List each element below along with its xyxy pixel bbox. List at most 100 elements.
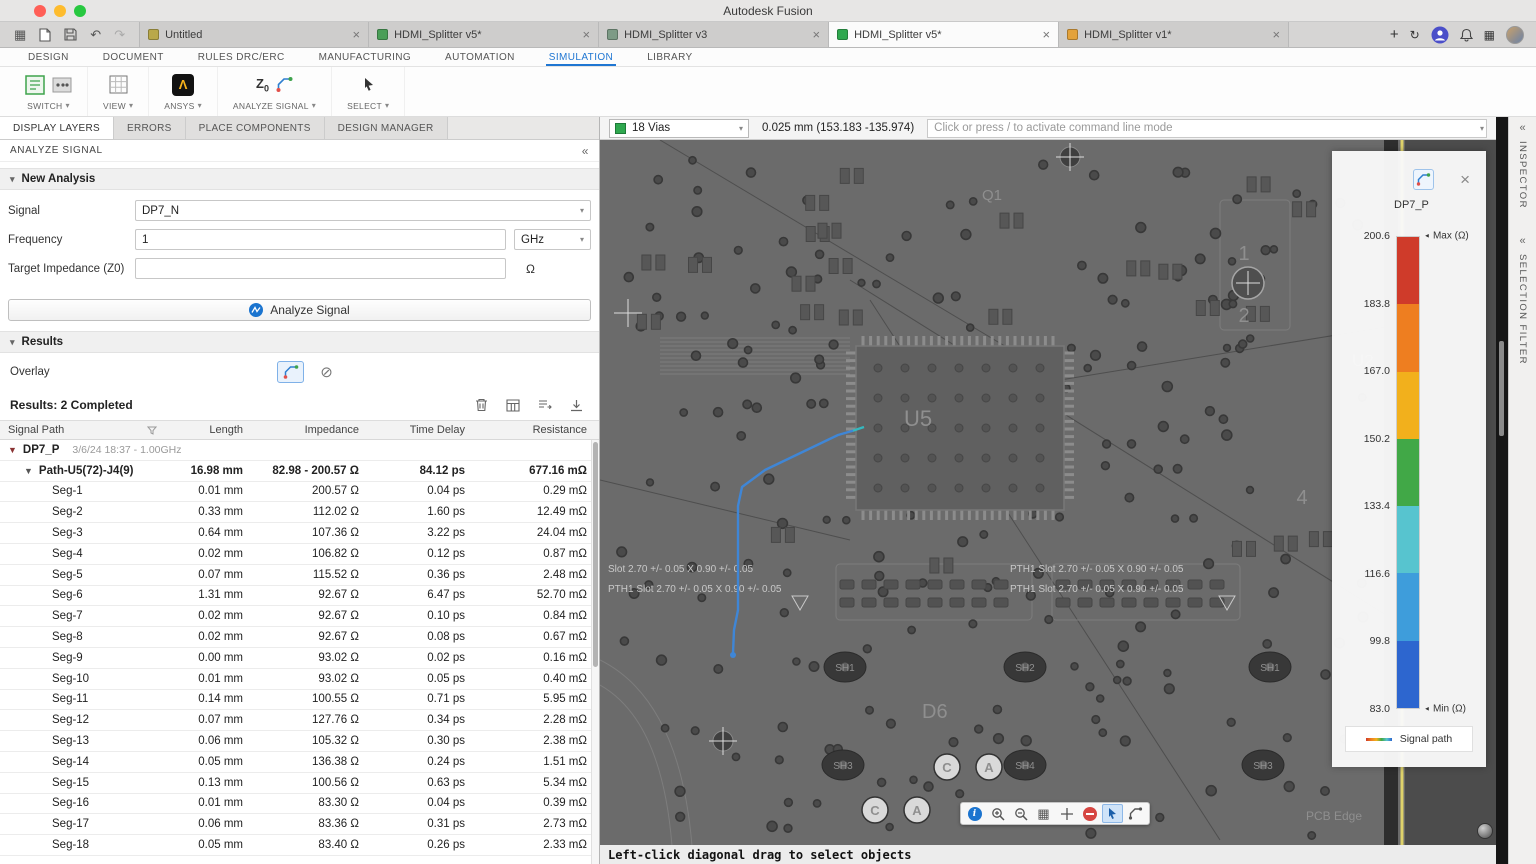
table-row[interactable]: Seg-11 0.14 mm 100.55 Ω 0.71 ps 5.95 mΩ [0, 690, 599, 711]
document-tab[interactable]: HDMI_Splitter v3 × [599, 22, 829, 47]
table-path-row[interactable]: ▼ Path-U5(72)-J4(9) 16.98 mm 82.98 - 200… [0, 461, 599, 482]
scrollbar-thumb[interactable] [593, 442, 598, 667]
panel-tab[interactable]: DISPLAY LAYERS [0, 117, 114, 139]
tab-close-icon[interactable]: × [813, 28, 821, 41]
column-time-delay[interactable]: Time Delay [371, 424, 477, 436]
column-impedance[interactable]: Impedance [255, 424, 371, 436]
pcb-canvas-area[interactable]: U5 U2 D6 Q1 1 2 4 [600, 140, 1496, 845]
probe-mode-button[interactable] [1125, 804, 1146, 823]
document-tab[interactable]: Untitled × [139, 22, 369, 47]
table-row[interactable]: Seg-18 0.05 mm 83.40 Ω 0.26 ps 2.33 mΩ [0, 835, 599, 856]
new-analysis-section-header[interactable]: ▾ New Analysis [0, 168, 599, 190]
document-tab[interactable]: HDMI_Splitter v5* × [829, 22, 1059, 47]
menu-item[interactable]: RULES DRC/ERC [198, 48, 285, 66]
menu-item[interactable]: DOCUMENT [103, 48, 164, 66]
navigation-ball-icon[interactable] [1477, 823, 1493, 839]
info-button[interactable]: i [964, 804, 985, 823]
tab-close-icon[interactable]: × [1043, 28, 1051, 41]
table-row[interactable]: Seg-2 0.33 mm 112.02 Ω 1.60 ps 12.49 mΩ [0, 502, 599, 523]
history-icon[interactable]: ↻ [1410, 28, 1420, 42]
minimize-window-button[interactable] [54, 5, 66, 17]
table-row[interactable]: Seg-12 0.07 mm 127.76 Ω 0.34 ps 2.28 mΩ [0, 710, 599, 731]
zoom-in-button[interactable] [987, 804, 1008, 823]
undo-icon[interactable]: ↶ [90, 28, 101, 41]
ansys-tool-group[interactable]: Λ ANSYS▾ [149, 67, 218, 116]
table-row[interactable]: Seg-15 0.13 mm 100.56 Ω 0.63 ps 5.34 mΩ [0, 773, 599, 794]
expand-selection-filter-icon[interactable]: « [1519, 233, 1525, 249]
menu-item[interactable]: MANUFACTURING [319, 48, 411, 66]
column-resistance[interactable]: Resistance [477, 424, 599, 436]
tab-close-icon[interactable]: × [353, 28, 361, 41]
dock-tab-inspector[interactable]: INSPECTOR [1517, 141, 1528, 209]
menu-item[interactable]: DESIGN [28, 48, 69, 66]
table-row[interactable]: Seg-5 0.07 mm 115.52 Ω 0.36 ps 2.48 mΩ [0, 565, 599, 586]
table-row[interactable]: Seg-16 0.01 mm 83.30 Ω 0.04 ps 0.39 mΩ [0, 794, 599, 815]
table-row[interactable]: Seg-10 0.01 mm 93.02 Ω 0.05 ps 0.40 mΩ [0, 669, 599, 690]
table-row[interactable]: Seg-13 0.06 mm 105.32 Ω 0.30 ps 2.38 mΩ [0, 731, 599, 752]
collapse-triangle-icon[interactable]: ▼ [24, 466, 33, 476]
save-icon[interactable] [64, 28, 77, 41]
component-u5[interactable]: U5 [846, 336, 1074, 520]
table-header-row[interactable]: Signal Path Length Impedance Time Delay … [0, 420, 599, 440]
table-row[interactable]: Seg-8 0.02 mm 92.67 Ω 0.08 ps 0.67 mΩ [0, 627, 599, 648]
dock-tab-selection-filter[interactable]: SELECTION FILTER [1517, 254, 1528, 365]
filter-funnel-icon[interactable] [147, 426, 157, 435]
table-row[interactable]: Seg-3 0.64 mm 107.36 Ω 3.22 ps 24.04 mΩ [0, 523, 599, 544]
export-list-icon[interactable] [538, 399, 552, 411]
table-group-row[interactable]: ▼ DP7_P 3/6/24 18:37 - 1.00GHz [0, 440, 599, 461]
menu-item[interactable]: LIBRARY [647, 48, 692, 66]
close-window-button[interactable] [34, 5, 46, 17]
expand-inspector-icon[interactable]: « [1519, 120, 1525, 136]
signal-select[interactable]: DP7_N ▾ [135, 200, 591, 221]
pan-button[interactable] [1056, 804, 1077, 823]
view-tool-group[interactable]: VIEW▾ [88, 67, 149, 116]
column-signal-path[interactable]: Signal Path [0, 424, 171, 436]
redo-icon[interactable]: ↷ [114, 28, 125, 41]
app-switcher-icon[interactable]: ▦ [1484, 28, 1495, 42]
grid-toggle-button[interactable]: ▦ [1033, 804, 1054, 823]
target-impedance-input[interactable] [135, 258, 506, 279]
table-row[interactable]: Seg-4 0.02 mm 106.82 Ω 0.12 ps 0.87 mΩ [0, 544, 599, 565]
signal-probe-button[interactable] [1413, 169, 1434, 190]
collapse-triangle-icon[interactable]: ▼ [8, 445, 17, 455]
overlay-off-button[interactable]: ⊘ [313, 361, 340, 383]
menu-item[interactable]: AUTOMATION [445, 48, 515, 66]
apps-grid-icon[interactable]: ▦ [14, 28, 26, 41]
add-tab-button[interactable]: + [1390, 26, 1399, 43]
vias-filter-select[interactable]: 18 Vias ▾ [609, 119, 749, 138]
table-row[interactable]: Seg-17 0.06 mm 83.36 Ω 0.31 ps 2.73 mΩ [0, 814, 599, 835]
table-row[interactable]: Seg-7 0.02 mm 92.67 Ω 0.10 ps 0.84 mΩ [0, 606, 599, 627]
document-tab[interactable]: HDMI_Splitter v5* × [369, 22, 599, 47]
collapse-panel-icon[interactable]: « [582, 144, 589, 158]
table-row[interactable]: Seg-1 0.01 mm 200.57 Ω 0.04 ps 0.29 mΩ [0, 482, 599, 503]
switch-tool-group[interactable]: SWITCH▾ [10, 67, 88, 116]
canvas-scrollbar-thumb[interactable] [1499, 341, 1504, 436]
column-length[interactable]: Length [171, 424, 255, 436]
analyze-signal-button[interactable]: Analyze Signal [8, 299, 591, 321]
remove-button[interactable] [1079, 804, 1100, 823]
results-section-header[interactable]: ▾ Results [0, 331, 599, 353]
command-line-input[interactable] [928, 120, 1480, 137]
user-avatar[interactable] [1506, 26, 1524, 44]
document-tab[interactable]: HDMI_Splitter v1* × [1059, 22, 1289, 47]
zoom-out-button[interactable] [1010, 804, 1031, 823]
table-row[interactable]: Seg-14 0.05 mm 136.38 Ω 0.24 ps 1.51 mΩ [0, 752, 599, 773]
table-row[interactable]: Seg-9 0.00 mm 93.02 Ω 0.02 ps 0.16 mΩ [0, 648, 599, 669]
delete-results-icon[interactable] [475, 398, 488, 412]
panel-tab[interactable]: ERRORS [114, 117, 186, 139]
menu-item[interactable]: SIMULATION [549, 48, 613, 66]
frequency-unit-select[interactable]: GHz ▾ [514, 229, 591, 250]
analyze-signal-tool-group[interactable]: Z0 ANALYZE SIGNAL▾ [218, 67, 332, 116]
table-view-icon[interactable] [506, 399, 520, 412]
new-document-icon[interactable] [39, 28, 51, 42]
download-icon[interactable] [570, 399, 583, 412]
close-icon[interactable]: × [1460, 171, 1470, 188]
command-line[interactable]: ▾ [927, 119, 1487, 138]
zoom-window-button[interactable] [74, 5, 86, 17]
select-mode-button[interactable] [1102, 804, 1123, 823]
overlay-on-button[interactable] [277, 361, 304, 383]
panel-tab[interactable]: PLACE COMPONENTS [186, 117, 325, 139]
select-tool-group[interactable]: SELECT▾ [332, 67, 405, 116]
table-scrollbar[interactable] [591, 440, 599, 864]
panel-tab[interactable]: DESIGN MANAGER [325, 117, 448, 139]
